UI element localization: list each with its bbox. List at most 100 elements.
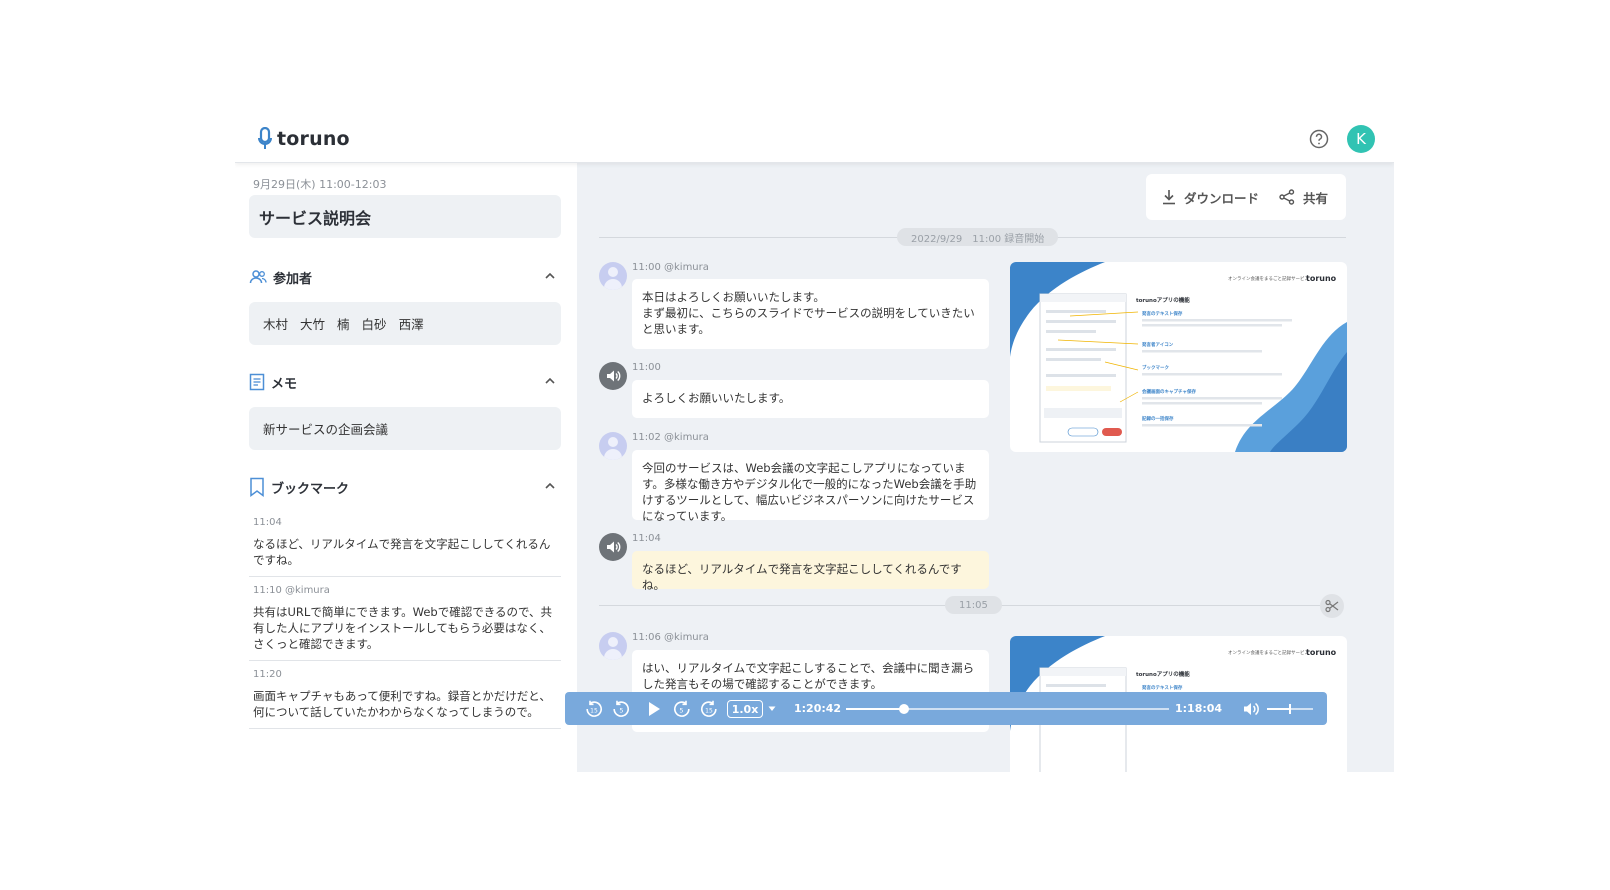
download-button[interactable]: ダウンロード bbox=[1162, 188, 1259, 207]
participant-name: 木村 bbox=[263, 317, 289, 332]
play-icon[interactable] bbox=[645, 700, 663, 718]
forward-15-icon[interactable]: 15 bbox=[700, 700, 718, 718]
slide-feature: 記録の一括保存 bbox=[1142, 415, 1174, 422]
volume-handle[interactable] bbox=[1289, 704, 1291, 714]
logo[interactable]: toruno bbox=[257, 125, 350, 153]
participants-list: 木村 大竹 楠 白砂 西澤 bbox=[249, 302, 561, 345]
share-icon bbox=[1279, 189, 1295, 205]
svg-text:15: 15 bbox=[705, 708, 713, 715]
message-meta: 11:00 bbox=[632, 362, 661, 373]
share-label: 共有 bbox=[1303, 190, 1329, 206]
slide-feature: 会議画面のキャプチャ保存 bbox=[1142, 388, 1196, 395]
bookmark-text: 画面キャプチャもあって便利ですね。録音とかだけだと、何について話していたかわから… bbox=[253, 689, 551, 719]
memo-header[interactable]: メモ bbox=[249, 372, 561, 392]
audio-player: 15 5 5 15 1.0x 1:20:42 1:18:04 bbox=[565, 692, 1327, 725]
message-meta: 11:04 bbox=[632, 533, 661, 544]
microphone-logo-icon bbox=[258, 127, 272, 149]
message-bubble-highlighted[interactable]: なるほど、リアルタイムで発言を文字起こししてくれるんですね。 bbox=[632, 551, 989, 592]
bookmark-time: 11:10 @kimura bbox=[253, 585, 330, 596]
seek-bar[interactable] bbox=[846, 704, 1169, 714]
volume-level bbox=[1267, 708, 1290, 710]
slide-title: torunoアプリの機能 bbox=[1136, 670, 1190, 678]
slide-title: torunoアプリの機能 bbox=[1136, 296, 1190, 304]
help-circle-icon[interactable] bbox=[1309, 129, 1329, 149]
bookmarks-header[interactable]: ブックマーク bbox=[249, 477, 561, 497]
speaker-glyph-icon bbox=[607, 370, 621, 382]
forward-5-icon[interactable]: 5 bbox=[673, 700, 691, 718]
participants-label: 参加者 bbox=[273, 271, 313, 287]
message-meta: 11:00 @kimura bbox=[632, 262, 709, 273]
bookmark-icon bbox=[250, 477, 264, 497]
volume-icon[interactable] bbox=[1242, 700, 1260, 718]
seek-bar-handle[interactable] bbox=[899, 704, 910, 714]
logo-text: toruno bbox=[277, 128, 350, 150]
bookmark-text: なるほど、リアルタイムで発言を文字起こししてくれるんですね。 bbox=[253, 537, 551, 567]
meeting-title[interactable]: サービス説明会 bbox=[249, 195, 561, 238]
svg-text:15: 15 bbox=[590, 708, 598, 715]
speaker-icon bbox=[599, 533, 627, 561]
bookmark-text: 共有はURLで簡単にできます。Webで確認できるので、共有した人にアプリをインス… bbox=[253, 605, 553, 651]
participants-header[interactable]: 参加者 bbox=[249, 267, 561, 287]
speaker-glyph-icon bbox=[607, 541, 621, 553]
playback-speed-select[interactable]: 1.0x bbox=[727, 700, 763, 718]
download-label: ダウンロード bbox=[1184, 190, 1260, 206]
user-avatar-icon bbox=[599, 262, 627, 290]
memo-label: メモ bbox=[271, 376, 298, 392]
transcript-panel: ダウンロード 共有 2022/9/29 11:00 録音開始 11:00 @ki… bbox=[577, 163, 1394, 772]
slide-feature: ブックマーク bbox=[1142, 364, 1169, 371]
bookmarks-label: ブックマーク bbox=[271, 481, 350, 497]
user-avatar[interactable]: K bbox=[1347, 125, 1375, 153]
caret-down-icon[interactable] bbox=[768, 706, 776, 712]
bookmark-list: 11:04 なるほど、リアルタイムで発言を文字起こししてくれるんですね。 11:… bbox=[249, 513, 561, 729]
bookmark-time: 11:20 bbox=[253, 669, 282, 680]
slide-header-text: オンライン会議をまるごと記録サービス bbox=[1228, 649, 1309, 656]
bookmark-time: 11:04 bbox=[253, 517, 282, 528]
meeting-sidebar: 9月29日(木) 11:00-12:03 サービス説明会 参加者 木村 大竹 楠… bbox=[235, 163, 576, 772]
user-avatar-icon bbox=[599, 432, 627, 460]
slide-brand: toruno bbox=[1306, 274, 1337, 283]
message-bubble[interactable]: よろしくお願いいたします。 bbox=[632, 380, 989, 418]
message-bubble[interactable]: 本日はよろしくお願いいたします。 まず最初に、こちらのスライドでサービスの説明を… bbox=[632, 279, 989, 349]
message-bubble[interactable]: 今回のサービスは、Web会議の文字起こしアプリになっています。多様な働き方やデジ… bbox=[632, 450, 989, 523]
users-icon bbox=[249, 270, 267, 284]
download-icon bbox=[1163, 190, 1175, 205]
user-avatar-icon bbox=[599, 632, 627, 660]
slide-feature: 発言のテキスト保存 bbox=[1141, 310, 1183, 317]
participant-name: 白砂 bbox=[361, 317, 387, 332]
app-header: toruno K bbox=[235, 115, 1394, 163]
share-button[interactable]: 共有 bbox=[1279, 188, 1328, 207]
speaker-icon bbox=[599, 362, 627, 390]
slide-feature: 発言のテキスト保存 bbox=[1141, 684, 1183, 691]
chevron-up-icon[interactable] bbox=[543, 374, 557, 388]
remaining-time: 1:18:04 bbox=[1175, 702, 1223, 715]
slide-feature: 発言者アイコン bbox=[1141, 341, 1174, 348]
meeting-datetime: 9月29日(木) 11:00-12:03 bbox=[253, 178, 387, 191]
slide-brand: toruno bbox=[1306, 648, 1337, 657]
svg-text:5: 5 bbox=[619, 707, 623, 715]
slide-graphic: オンライン会議をまるごと記録サービス toruno torunoアプリの機能 発… bbox=[1010, 262, 1347, 452]
bookmark-item[interactable]: 11:04 なるほど、リアルタイムで発言を文字起こししてくれるんですね。 bbox=[249, 513, 561, 577]
slide-capture[interactable]: オンライン会議をまるごと記録サービス toruno torunoアプリの機能 発… bbox=[1010, 262, 1347, 452]
time-divider-label: 11:05 bbox=[945, 596, 1002, 614]
chevron-up-icon[interactable] bbox=[543, 269, 557, 283]
scissors-icon bbox=[1325, 599, 1339, 613]
seek-bar-progress bbox=[846, 708, 905, 710]
slide-header-text: オンライン会議をまるごと記録サービス bbox=[1228, 275, 1309, 282]
svg-text:5: 5 bbox=[679, 707, 683, 715]
bookmark-item[interactable]: 11:10 @kimura 共有はURLで簡単にできます。Webで確認できるので… bbox=[249, 577, 561, 661]
memo-text[interactable]: 新サービスの企画会議 bbox=[249, 407, 561, 450]
split-button[interactable] bbox=[1320, 594, 1344, 618]
note-icon bbox=[249, 373, 265, 391]
app-window: toruno K 9月29日(木) 11:00-12:03 サービス説明会 参加… bbox=[235, 115, 1394, 772]
bookmark-item[interactable]: 11:20 画面キャプチャもあって便利ですね。録音とかだけだと、何について話して… bbox=[249, 661, 561, 729]
rewind-15-icon[interactable]: 15 bbox=[585, 700, 603, 718]
volume-slider[interactable] bbox=[1267, 704, 1313, 714]
current-time: 1:20:42 bbox=[794, 702, 842, 715]
message-meta: 11:02 @kimura bbox=[632, 432, 709, 443]
record-start-label: 2022/9/29 11:00 録音開始 bbox=[897, 228, 1059, 246]
participant-name: 楠 bbox=[337, 317, 350, 332]
participant-name: 大竹 bbox=[300, 317, 326, 332]
chevron-up-icon[interactable] bbox=[543, 479, 557, 493]
participant-name: 西澤 bbox=[398, 317, 424, 332]
rewind-5-icon[interactable]: 5 bbox=[612, 700, 630, 718]
